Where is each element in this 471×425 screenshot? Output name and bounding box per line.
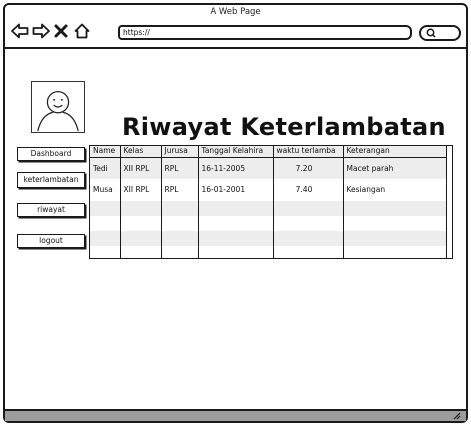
table-header-row: Name Kelas Jurusa Tanggal Kelahira waktu… [90, 146, 447, 158]
sidebar-item-keterlambatan[interactable]: keterlambatan [17, 172, 85, 188]
home-icon[interactable] [74, 23, 90, 39]
search-button[interactable] [419, 25, 461, 41]
sidebar-item-riwayat[interactable]: riwayat [17, 203, 85, 217]
cell-kelas: XII RPL [120, 157, 162, 179]
url-bar[interactable]: https:// [118, 25, 412, 40]
column-header-name[interactable]: Name [90, 146, 121, 158]
column-header-kelas[interactable]: Kelas [120, 146, 162, 158]
column-header-tanggal[interactable]: Tanggal Kelahira [198, 146, 274, 158]
table-row[interactable] [90, 216, 447, 231]
cell-keterangan: Macet parah [343, 157, 447, 179]
table-scrollbar[interactable] [446, 146, 452, 258]
column-header-keterangan[interactable]: Keterangan [343, 146, 447, 158]
status-bar [5, 409, 466, 421]
table-row[interactable] [90, 231, 447, 246]
sidebar-item-logout[interactable]: logout [17, 234, 85, 248]
sidebar-item-dashboard[interactable]: Dashboard [17, 147, 85, 161]
table-row[interactable]: Musa XII RPL RPL 16-01-2001 7.40 Kesiang… [90, 179, 447, 201]
avatar [31, 81, 85, 133]
cell-name: Musa [90, 179, 121, 201]
forward-arrow-icon[interactable] [32, 23, 50, 39]
riwayat-table: Name Kelas Jurusa Tanggal Kelahira waktu… [89, 145, 453, 259]
close-icon[interactable] [54, 23, 68, 39]
back-arrow-icon[interactable] [11, 23, 29, 39]
window-title: A Web Page [210, 7, 261, 17]
url-text: https:// [123, 28, 150, 37]
user-avatar-icon [37, 90, 79, 132]
cell-keterangan: Kesiangan [343, 179, 447, 201]
browser-window: A Web Page https:// Riwayat Keterlambata… [3, 3, 468, 423]
cell-tanggal: 16-01-2001 [198, 179, 274, 201]
browser-toolbar: A Web Page https:// [5, 5, 466, 49]
cell-kelas: XII RPL [120, 179, 162, 201]
resize-grip-icon[interactable] [451, 411, 461, 420]
table-row[interactable]: Tedi XII RPL RPL 16-11-2005 7.20 Macet p… [90, 157, 447, 179]
cell-waktu: 7.20 [273, 157, 344, 179]
cell-jurusan: RPL [161, 179, 199, 201]
cell-waktu: 7.40 [273, 179, 344, 201]
table-row[interactable] [90, 246, 447, 258]
cell-jurusan: RPL [161, 157, 199, 179]
page-title: Riwayat Keterlambatan [122, 113, 446, 141]
cell-tanggal: 16-11-2005 [198, 157, 274, 179]
column-header-jurusan[interactable]: Jurusa [161, 146, 199, 158]
table-row[interactable] [90, 201, 447, 216]
search-icon [426, 28, 436, 38]
cell-name: Tedi [90, 157, 121, 179]
column-header-waktu[interactable]: waktu terlamba [273, 146, 344, 158]
